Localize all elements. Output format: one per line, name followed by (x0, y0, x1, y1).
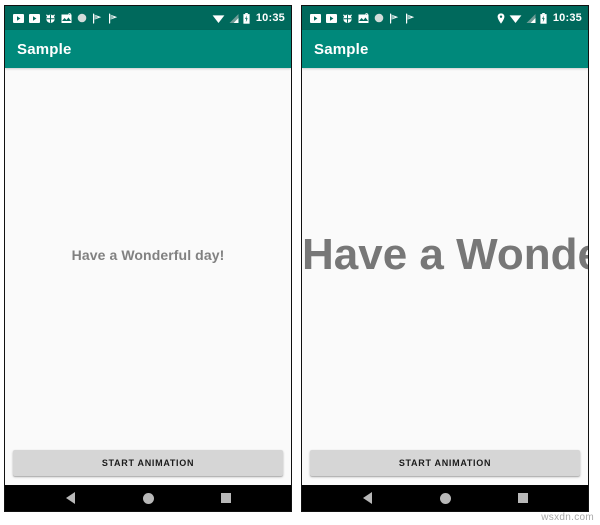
screenshot-stage: 10:35 Sample Have a Wonderful day! START… (0, 0, 600, 525)
phone-frame-after: 10:35 Sample Have a Wonderful day! START… (301, 5, 589, 512)
start-animation-button[interactable]: START ANIMATION (13, 450, 283, 476)
nav-home-button[interactable] (131, 485, 165, 511)
watermark: wsxdn.com (541, 512, 594, 523)
nav-back-button[interactable] (350, 485, 384, 511)
button-container: START ANIMATION (302, 442, 588, 485)
status-bar: 10:35 (5, 6, 291, 30)
app-content: Have a Wonderful day! START ANIMATION (302, 68, 588, 485)
app-bar: Sample (302, 30, 588, 68)
status-bar-notification-icons (13, 12, 212, 24)
status-bar-notification-icons (310, 12, 497, 24)
nav-recents-button[interactable] (209, 485, 243, 511)
cellular-signal-icon (526, 13, 536, 24)
android-navigation-bar (5, 485, 291, 511)
nav-recents-button[interactable] (506, 485, 540, 511)
battery-icon (243, 12, 250, 24)
broken-image-icon (61, 12, 72, 24)
app-bar: Sample (5, 30, 291, 68)
phone-frame-before: 10:35 Sample Have a Wonderful day! START… (4, 5, 292, 512)
status-bar: 10:35 (302, 6, 588, 30)
android-bug-icon (342, 13, 353, 24)
video-player-icon (310, 13, 321, 23)
android-bug-icon (45, 13, 56, 24)
status-bar-clock: 10:35 (552, 12, 582, 24)
home-icon (142, 492, 154, 504)
play-store-flag-icon (389, 13, 400, 24)
circle-icon (77, 13, 87, 23)
battery-icon (540, 12, 547, 24)
recents-icon (518, 493, 528, 503)
recents-icon (221, 493, 231, 503)
status-bar-system-icons: 10:35 (497, 12, 582, 24)
video-player-icon (326, 13, 337, 23)
video-player-icon (13, 13, 24, 23)
animated-message-text: Have a Wonderful day! (302, 230, 588, 279)
broken-image-icon (358, 12, 369, 24)
wifi-icon (212, 13, 225, 24)
app-content: Have a Wonderful day! START ANIMATION (5, 68, 291, 485)
button-container: START ANIMATION (5, 442, 291, 485)
back-icon (362, 492, 372, 504)
home-icon (439, 492, 451, 504)
content-body: Have a Wonderful day! (5, 68, 291, 442)
wifi-icon (509, 13, 522, 24)
video-player-icon (29, 13, 40, 23)
android-navigation-bar (302, 485, 588, 511)
nav-back-button[interactable] (53, 485, 87, 511)
app-bar-title: Sample (17, 40, 72, 58)
content-body: Have a Wonderful day! (302, 68, 588, 442)
app-bar-title: Sample (314, 40, 369, 58)
location-pin-icon (497, 12, 505, 24)
cellular-signal-icon (229, 13, 239, 24)
start-animation-button[interactable]: START ANIMATION (310, 450, 580, 476)
back-icon (65, 492, 75, 504)
status-bar-clock: 10:35 (255, 12, 285, 24)
play-store-flag-icon (92, 13, 103, 24)
status-bar-system-icons: 10:35 (212, 12, 285, 24)
play-store-icon (108, 13, 119, 24)
circle-icon (374, 13, 384, 23)
play-store-icon (405, 13, 416, 24)
nav-home-button[interactable] (428, 485, 462, 511)
animated-message-text: Have a Wonderful day! (71, 247, 225, 263)
